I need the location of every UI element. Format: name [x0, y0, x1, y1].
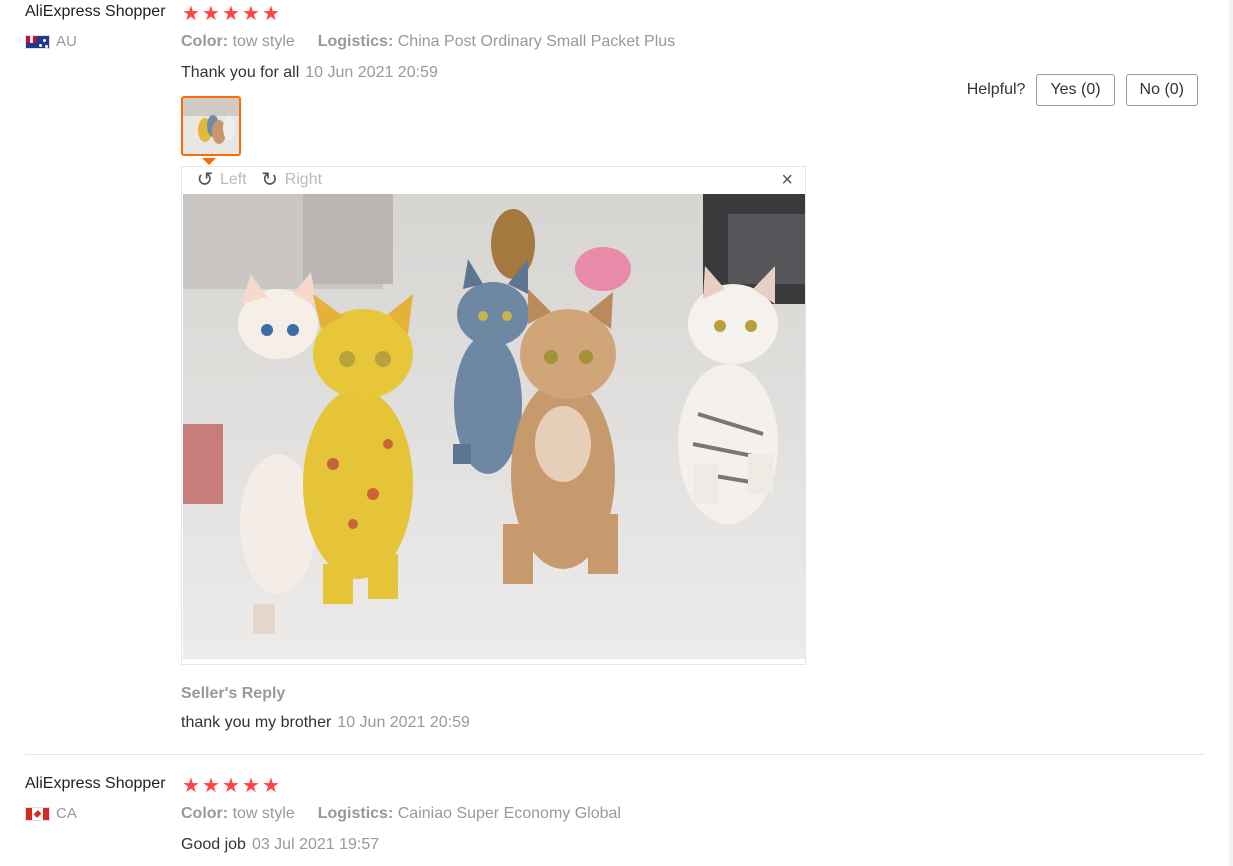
- rotate-left-button[interactable]: ↺ Left: [196, 169, 247, 191]
- review-text-line: Good job 03 Jul 2021 19:57: [181, 833, 1205, 857]
- reviewer-country: AU: [25, 33, 180, 50]
- page-scrollbar-edge: [1229, 0, 1233, 866]
- star-icon: ★: [262, 3, 280, 25]
- country-code: CA: [56, 805, 77, 822]
- rotate-right-button[interactable]: ↻ Right: [261, 169, 323, 191]
- thumbnail-pointer: [202, 158, 216, 165]
- review-body: Color: tow style Logistics: Cainiao Supe…: [181, 802, 1205, 857]
- star-rating: ★ ★ ★ ★ ★: [181, 776, 281, 796]
- review-text: Thank you for all: [181, 64, 300, 81]
- rotate-right-icon: ↻: [261, 169, 279, 191]
- star-icon: ★: [222, 3, 240, 25]
- reviewer-name: AliExpress Shopper: [25, 775, 166, 792]
- logistics-label: Logistics:: [317, 33, 394, 50]
- seller-reply-date: 10 Jun 2021 20:59: [337, 714, 470, 731]
- order-attributes: Color: tow style Logistics: China Post O…: [181, 30, 1205, 54]
- reviewer-info: AliExpress Shopper CA: [25, 772, 180, 822]
- color-label: Color:: [181, 33, 229, 50]
- seller-reply-text: thank you my brother: [181, 714, 332, 731]
- star-icon: ★: [222, 775, 240, 797]
- review-photo-thumbnail[interactable]: [181, 96, 241, 156]
- rotate-left-label: Left: [220, 171, 247, 188]
- photo-viewer-toolbar: ↺ Left ↻ Right ×: [182, 167, 805, 193]
- seller-reply: Seller's Reply thank you my brother 10 Ju…: [181, 682, 470, 735]
- logistics-value: Cainiao Super Economy Global: [397, 805, 621, 822]
- review-divider: [25, 754, 1205, 755]
- review-photo: [183, 194, 805, 659]
- rotate-right-label: Right: [284, 171, 323, 188]
- logistics-value: China Post Ordinary Small Packet Plus: [397, 33, 676, 50]
- color-label: Color:: [181, 805, 229, 822]
- rotate-left-icon: ↺: [196, 169, 214, 191]
- seller-reply-title: Seller's Reply: [181, 685, 286, 702]
- photo-viewer: ↺ Left ↻ Right ×: [181, 166, 806, 665]
- helpful-no-button[interactable]: No (0): [1125, 74, 1198, 106]
- star-icon: ★: [202, 775, 220, 797]
- star-icon: ★: [182, 3, 200, 25]
- helpful-label: Helpful?: [966, 81, 1026, 98]
- country-code: AU: [56, 33, 77, 50]
- review-text: Good job: [181, 836, 246, 853]
- helpful-vote: Helpful? Yes (0) No (0): [967, 74, 1198, 106]
- order-attributes: Color: tow style Logistics: Cainiao Supe…: [181, 802, 1205, 826]
- review-date: 03 Jul 2021 19:57: [251, 836, 380, 853]
- star-icon: ★: [182, 775, 200, 797]
- star-rating: ★ ★ ★ ★ ★: [181, 4, 281, 24]
- star-icon: ★: [202, 3, 220, 25]
- close-icon[interactable]: ×: [781, 170, 793, 190]
- seller-reply-line: thank you my brother 10 Jun 2021 20:59: [181, 711, 470, 735]
- color-value: tow style: [232, 805, 295, 822]
- helpful-yes-button[interactable]: Yes (0): [1036, 74, 1115, 106]
- star-icon: ★: [242, 3, 260, 25]
- review-date: 10 Jun 2021 20:59: [305, 64, 438, 81]
- logistics-label: Logistics:: [317, 805, 394, 822]
- reviewer-country: CA: [25, 805, 180, 822]
- reviewer-info: AliExpress Shopper AU: [25, 0, 180, 50]
- ca-flag-icon: [25, 806, 50, 821]
- star-icon: ★: [262, 775, 280, 797]
- au-flag-icon: [25, 34, 50, 49]
- color-value: tow style: [232, 33, 295, 50]
- star-icon: ★: [242, 775, 260, 797]
- reviewer-name: AliExpress Shopper: [25, 3, 166, 20]
